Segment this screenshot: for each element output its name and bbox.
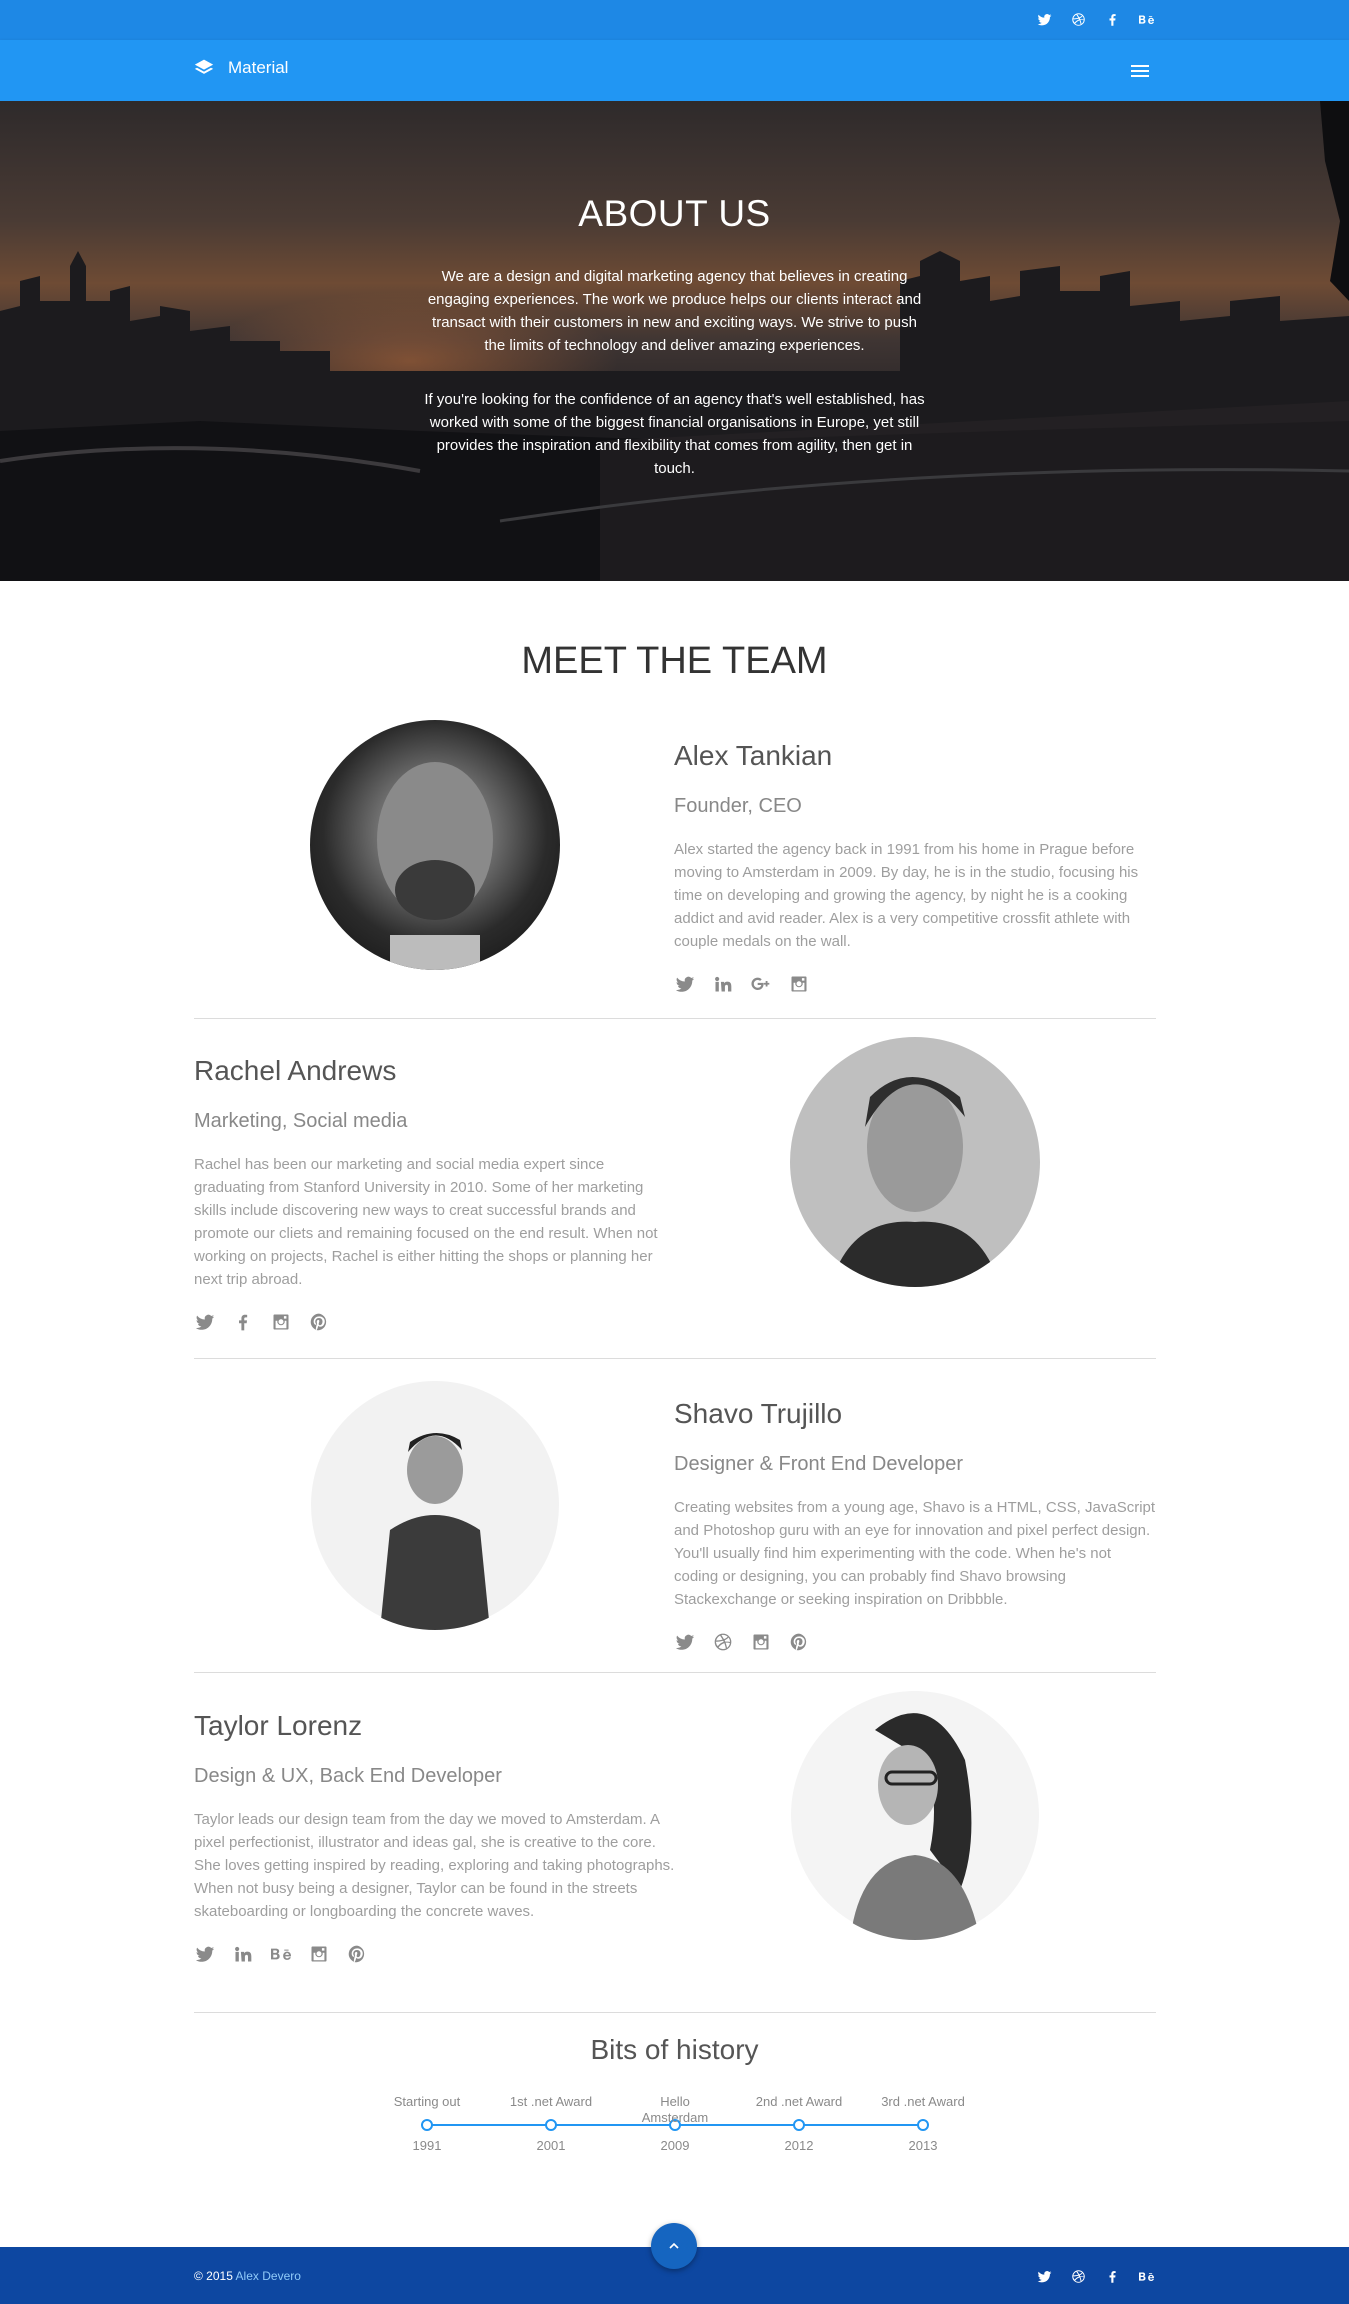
facebook-icon[interactable] bbox=[232, 1311, 254, 1333]
timeline-event: 3rd .net Award 2013 bbox=[876, 2094, 970, 2153]
event-label: 2nd .net Award bbox=[755, 2094, 843, 2109]
dribbble-icon[interactable] bbox=[1068, 2266, 1088, 2286]
event-year: 2009 bbox=[660, 2138, 690, 2153]
member-bio: Taylor leads our design team from the da… bbox=[194, 1811, 675, 1920]
history-timeline: Starting out 1991 1st .net Award 2001 He… bbox=[380, 2094, 970, 2164]
divider bbox=[194, 1672, 1156, 1673]
member-role: Design & UX, Back End Developer bbox=[194, 1765, 502, 1787]
event-year: 2001 bbox=[536, 2138, 566, 2153]
team-member-shavo: Shavo Trujillo Designer & Front End Deve… bbox=[194, 1378, 1156, 1668]
dribbble-icon[interactable] bbox=[1068, 9, 1088, 29]
copyright-text: © 2015 bbox=[194, 2269, 233, 2283]
member-social-links bbox=[674, 973, 1156, 995]
member-role: Founder, CEO bbox=[674, 795, 802, 817]
member-name: Rachel Andrews bbox=[194, 1055, 397, 1086]
member-role: Designer & Front End Developer bbox=[674, 1453, 964, 1475]
event-year: 2013 bbox=[908, 2138, 938, 2153]
member-name: Shavo Trujillo bbox=[674, 1398, 843, 1429]
team-member-alex: Alex Tankian Founder, CEO Alex started t… bbox=[194, 720, 1156, 1010]
layers-icon bbox=[194, 59, 214, 74]
facebook-icon[interactable] bbox=[1102, 9, 1122, 29]
event-label: Hello Amsterdam bbox=[641, 2094, 709, 2125]
author-link[interactable]: Alex Devero bbox=[236, 2269, 301, 2283]
about-hero: ABOUT US We are a design and digital mar… bbox=[0, 101, 1349, 581]
team-member-taylor: Taylor Lorenz Design & UX, Back End Deve… bbox=[194, 1690, 1156, 2010]
member-bio: Alex started the agency back in 1991 fro… bbox=[674, 841, 1139, 950]
behance-icon[interactable] bbox=[1136, 2266, 1156, 2286]
member-bio: Creating websites from a young age, Shav… bbox=[674, 1499, 1156, 1608]
event-year: 1991 bbox=[412, 2138, 442, 2153]
brand-link[interactable]: Material bbox=[194, 58, 288, 78]
member-name: Taylor Lorenz bbox=[194, 1710, 363, 1741]
event-dot[interactable] bbox=[917, 2119, 929, 2131]
about-paragraph-2: If you're looking for the confidence of … bbox=[424, 391, 925, 477]
member-role: Marketing, Social media bbox=[194, 1110, 408, 1132]
team-title: MEET THE TEAM bbox=[521, 640, 828, 682]
instagram-icon[interactable] bbox=[750, 1631, 772, 1653]
behance-icon[interactable] bbox=[1136, 9, 1156, 29]
twitter-icon[interactable] bbox=[194, 1943, 216, 1965]
about-content: ABOUT US We are a design and digital mar… bbox=[420, 193, 929, 511]
history-title: Bits of history bbox=[590, 2034, 759, 2065]
instagram-icon[interactable] bbox=[270, 1311, 292, 1333]
event-dot[interactable] bbox=[421, 2119, 433, 2131]
dribbble-icon[interactable] bbox=[712, 1631, 734, 1653]
member-name: Alex Tankian bbox=[674, 740, 833, 771]
avatar bbox=[310, 1380, 560, 1630]
avatar bbox=[790, 1690, 1040, 1940]
member-bio: Rachel has been our marketing and social… bbox=[194, 1156, 658, 1288]
event-dot[interactable] bbox=[793, 2119, 805, 2131]
divider bbox=[194, 1018, 1156, 1019]
twitter-icon[interactable] bbox=[674, 1631, 696, 1653]
twitter-icon[interactable] bbox=[1034, 9, 1054, 29]
event-year: 2012 bbox=[784, 2138, 814, 2153]
instagram-icon[interactable] bbox=[788, 973, 810, 995]
behance-icon[interactable] bbox=[270, 1943, 292, 1965]
about-title: ABOUT US bbox=[578, 193, 771, 234]
linkedin-icon[interactable] bbox=[232, 1943, 254, 1965]
event-dot[interactable] bbox=[545, 2119, 557, 2131]
twitter-icon[interactable] bbox=[674, 973, 696, 995]
divider bbox=[194, 1358, 1156, 1359]
member-social-links bbox=[674, 1631, 1156, 1653]
divider bbox=[194, 2012, 1156, 2013]
footer-social-links bbox=[1034, 2266, 1156, 2286]
top-bar bbox=[0, 0, 1349, 40]
timeline-event: Hello Amsterdam 2009 bbox=[628, 2094, 722, 2153]
member-social-links bbox=[194, 1311, 676, 1333]
team-member-rachel: Rachel Andrews Marketing, Social media R… bbox=[194, 1035, 1156, 1335]
about-paragraph-1: We are a design and digital marketing ag… bbox=[427, 268, 922, 354]
brand-name: Material bbox=[228, 58, 289, 77]
twitter-icon[interactable] bbox=[1034, 2266, 1054, 2286]
twitter-icon[interactable] bbox=[194, 1311, 216, 1333]
timeline-event: Starting out 1991 bbox=[380, 2094, 474, 2153]
timeline-event: 1st .net Award 2001 bbox=[504, 2094, 598, 2153]
linkedin-icon[interactable] bbox=[712, 973, 734, 995]
facebook-icon[interactable] bbox=[1102, 2266, 1122, 2286]
pinterest-icon[interactable] bbox=[346, 1943, 368, 1965]
avatar bbox=[310, 720, 560, 970]
navbar: Material bbox=[0, 40, 1349, 101]
instagram-icon[interactable] bbox=[308, 1943, 330, 1965]
chevron-up-icon bbox=[669, 2242, 679, 2249]
event-label: 3rd .net Award bbox=[881, 2094, 965, 2109]
pinterest-icon[interactable] bbox=[788, 1631, 810, 1653]
google-plus-icon[interactable] bbox=[750, 973, 772, 995]
event-label: Starting out bbox=[393, 2094, 461, 2109]
timeline-event: 2nd .net Award 2012 bbox=[752, 2094, 846, 2153]
pinterest-icon[interactable] bbox=[308, 1311, 330, 1333]
event-label: 1st .net Award bbox=[509, 2094, 593, 2109]
back-to-top-button[interactable] bbox=[651, 2223, 697, 2269]
menu-icon[interactable] bbox=[1131, 60, 1153, 80]
avatar bbox=[790, 1037, 1040, 1287]
top-social-links bbox=[1034, 9, 1156, 29]
copyright: © 2015 Alex Devero bbox=[194, 2269, 301, 2283]
member-social-links bbox=[194, 1943, 676, 1965]
